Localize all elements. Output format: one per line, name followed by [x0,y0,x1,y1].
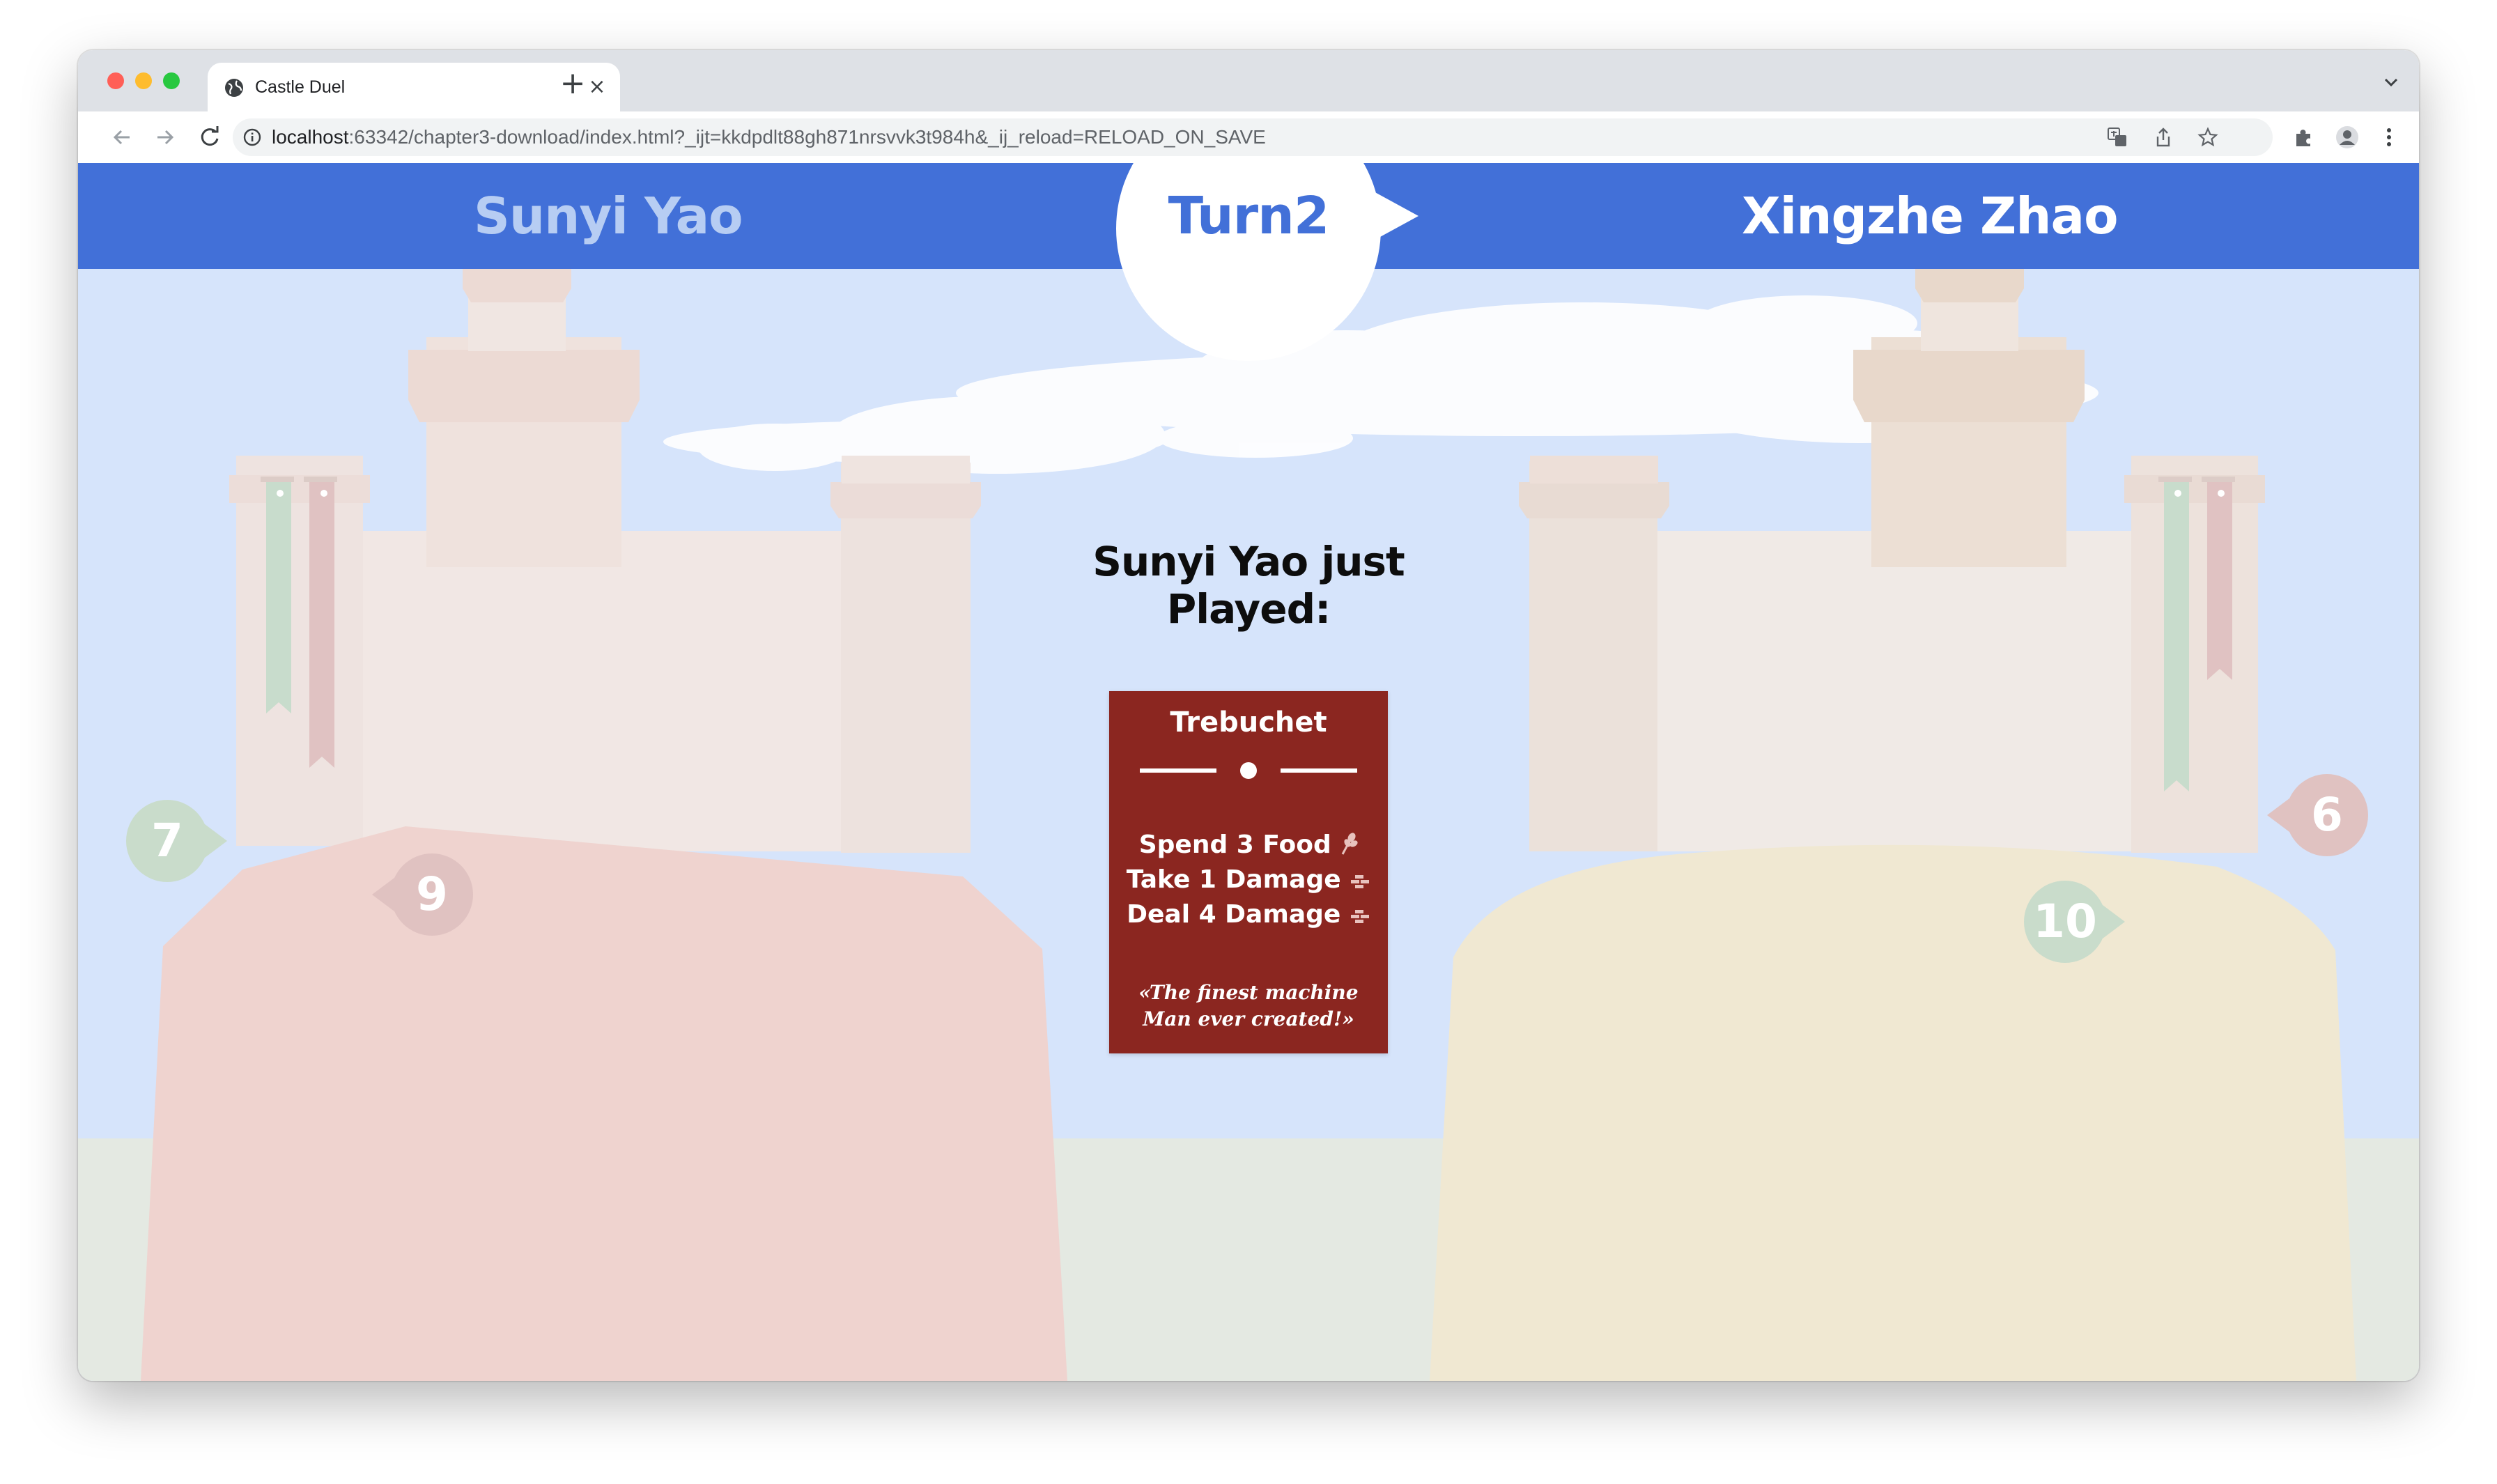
left-food-bubble: 7 [126,800,227,882]
close-window-button[interactable] [107,72,124,89]
card-separator [1140,762,1357,779]
card-effect-deal-damage: Deal 4 Damage [1109,897,1388,932]
right-health-value: 6 [2311,788,2343,842]
damage-icon [1351,875,1370,888]
chevron-down-icon[interactable] [2383,74,2399,91]
card-effect-text: Deal 4 Damage [1127,900,1341,929]
card-effect-text: Spend 3 Food [1138,830,1331,859]
right-food-value: 10 [2033,895,2097,948]
url-host: localhost [272,126,349,148]
browser-toolbar: localhost:63342/chapter3-download/index.… [78,111,2419,164]
player-right-name: Xingzhe Zhao [1742,187,2119,245]
left-health-value: 9 [416,867,448,921]
left-food-value: 7 [151,814,183,867]
tab-strip: Castle Duel × + [78,50,2419,111]
maximize-window-button[interactable] [163,72,180,89]
more-menu-icon[interactable] [2377,125,2401,149]
forward-arrow-icon[interactable] [152,124,178,150]
address-bar[interactable]: localhost:63342/chapter3-download/index.… [233,118,2273,156]
last-played-text: Sunyi Yao just Played: [1092,538,1405,633]
minimize-window-button[interactable] [135,72,152,89]
card-effect-food: Spend 3 Food [1109,828,1388,863]
played-card[interactable]: Trebuchet Spend 3 Food Take 1 Damage Dea… [1109,691,1388,1053]
card-effect-take-damage: Take 1 Damage [1109,863,1388,897]
bookmark-star-icon[interactable] [2197,127,2218,148]
card-effect-text: Take 1 Damage [1126,865,1341,894]
globe-icon [225,79,243,97]
share-icon[interactable] [2153,127,2174,148]
profile-avatar-icon[interactable] [2335,125,2359,149]
turn-label: Turn2 [1168,186,1330,246]
card-effects: Spend 3 Food Take 1 Damage Deal 4 Damage [1109,828,1388,932]
back-arrow-icon[interactable] [109,124,135,150]
card-title: Trebuchet [1170,706,1327,739]
new-tab-button[interactable]: + [559,68,587,99]
close-tab-icon[interactable]: × [585,75,609,99]
player-left-name: Sunyi Yao [474,187,743,245]
url-text[interactable]: localhost:63342/chapter3-download/index.… [272,118,1266,156]
food-icon [1341,833,1358,855]
right-hill [1430,844,2356,1381]
url-path: :63342/chapter3-download/index.html?_ijt… [348,126,1266,148]
browser-window: Castle Duel × + localhost:63342/chapter3… [78,50,2419,1381]
game-page: 7 9 10 6 Sunyi Yao Xingzhe Zhao Turn2 Su… [78,163,2419,1381]
extensions-puzzle-icon[interactable] [2292,125,2316,149]
right-health-bubble: 6 [2267,774,2368,856]
left-castle [229,219,981,853]
info-icon[interactable] [242,127,262,147]
damage-icon [1350,910,1369,923]
left-hill [141,826,1067,1381]
reload-icon[interactable] [196,124,223,150]
card-flavor-text: «The finest machine Man ever created!» [1138,981,1359,1030]
tab-title: Castle Duel [255,77,346,97]
translate-icon[interactable] [2107,127,2128,148]
